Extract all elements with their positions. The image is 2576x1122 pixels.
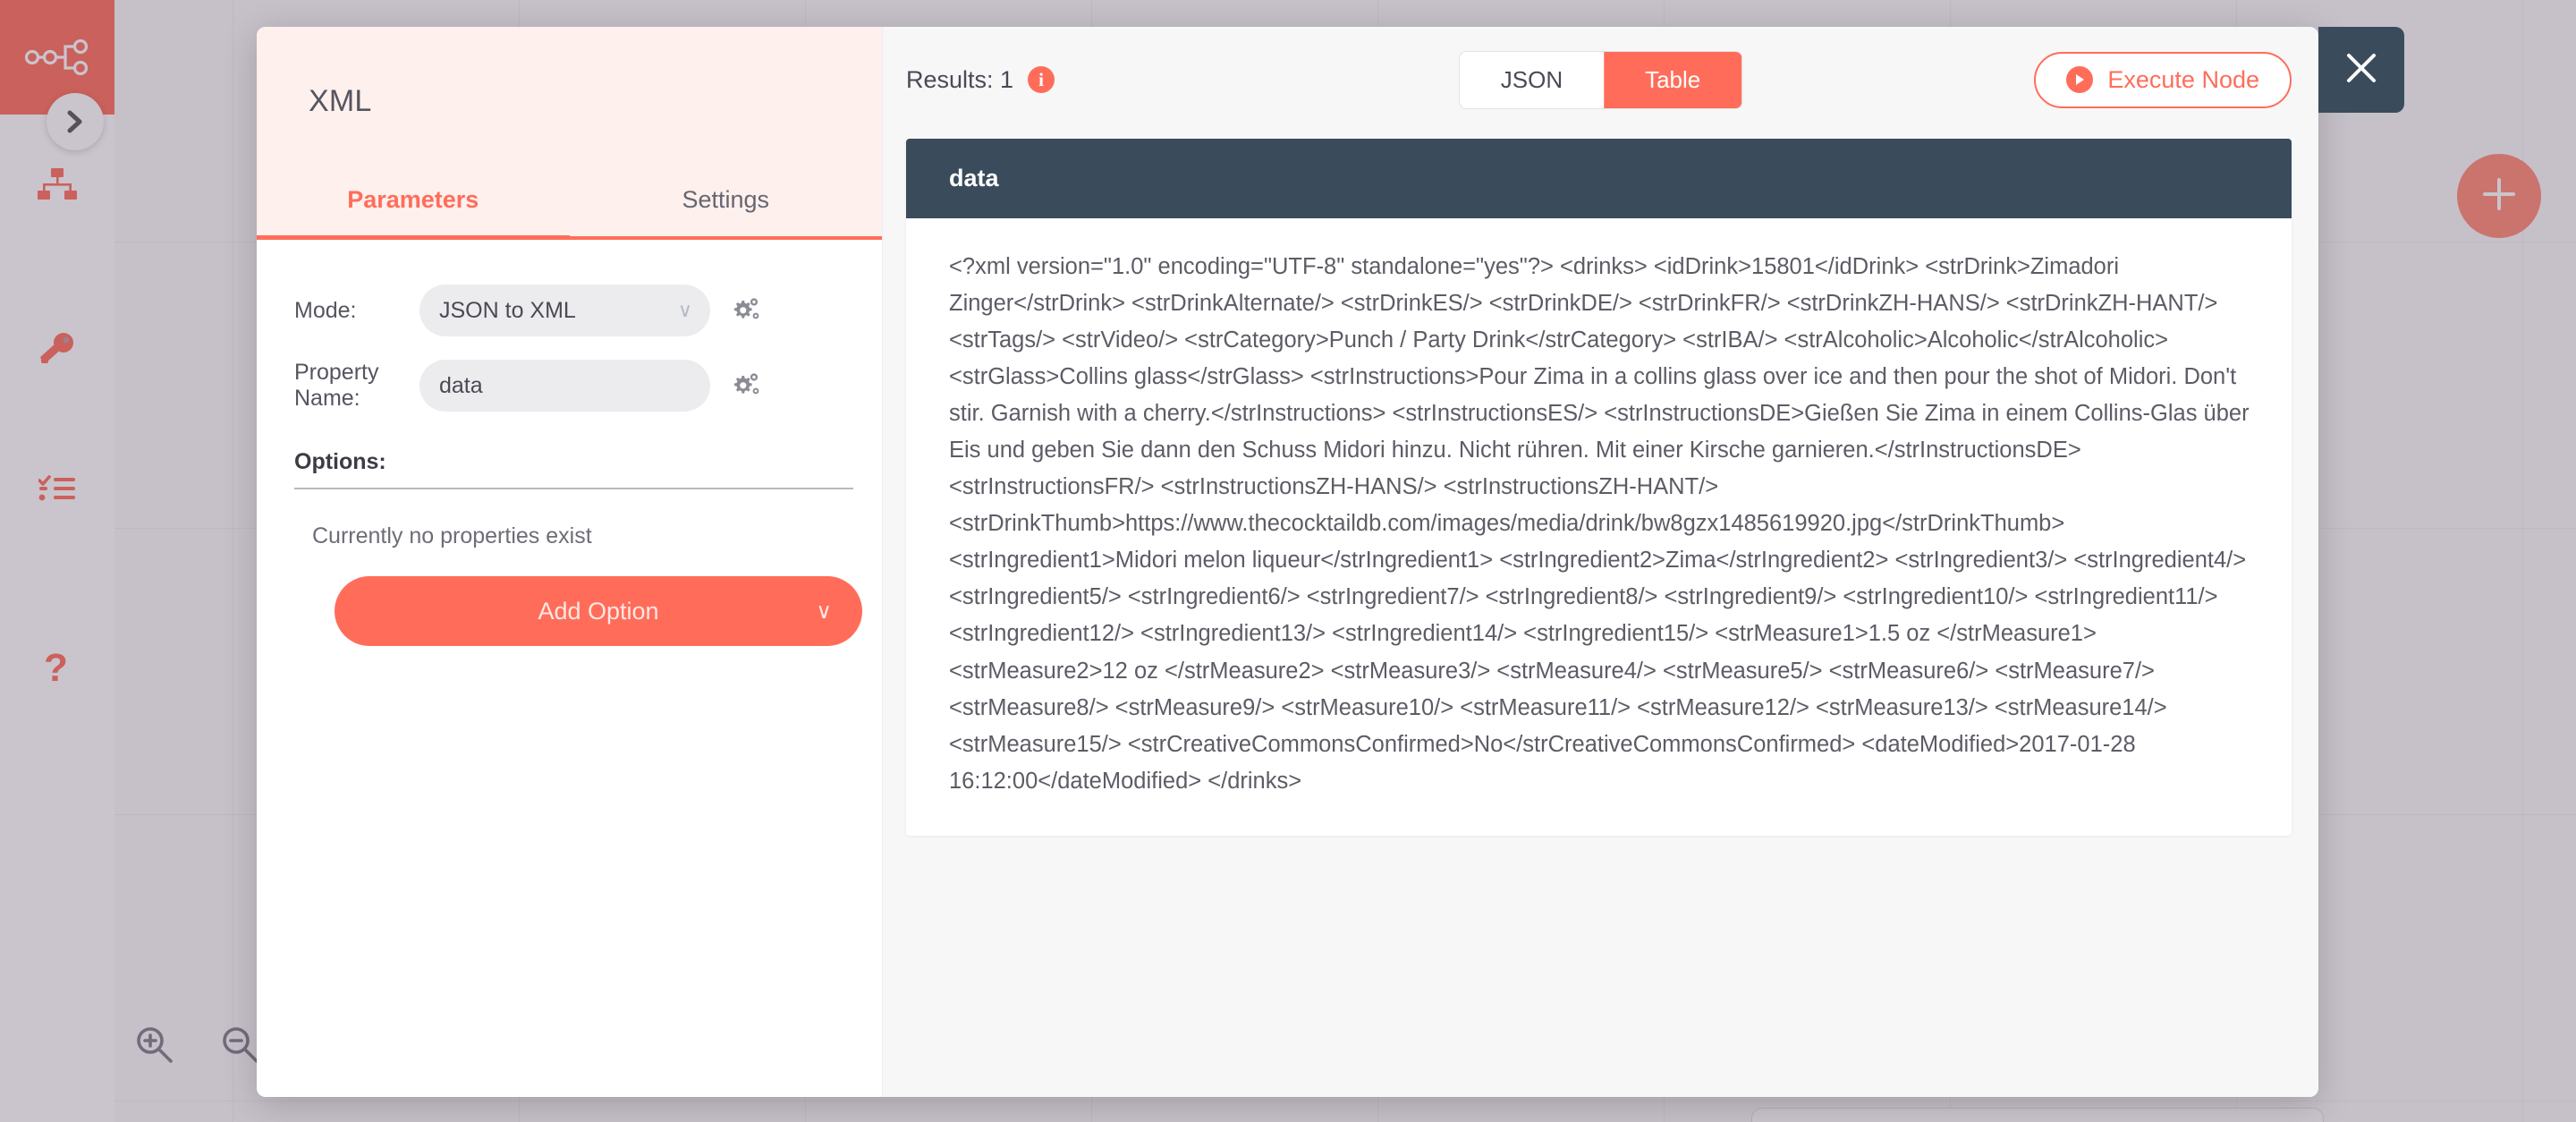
property-name-input[interactable]: data bbox=[419, 360, 710, 412]
add-option-label: Add Option bbox=[538, 597, 659, 625]
mode-label: Mode: bbox=[294, 297, 357, 323]
property-name-label: Property Name: bbox=[294, 360, 379, 411]
gear-settings-icon[interactable] bbox=[730, 297, 760, 324]
options-title: Options: bbox=[294, 449, 386, 474]
result-table: data <?xml version="1.0" encoding="UTF-8… bbox=[906, 139, 2292, 836]
gear-settings-icon[interactable] bbox=[730, 372, 760, 399]
options-divider bbox=[294, 488, 853, 489]
chevron-down-icon: ∨ bbox=[677, 299, 692, 321]
results-count: Results: 1 i bbox=[906, 66, 1055, 94]
execute-node-button[interactable]: Execute Node bbox=[2034, 51, 2292, 108]
view-mode-json[interactable]: JSON bbox=[1459, 51, 1605, 108]
options-empty-text: Currently no properties exist bbox=[312, 523, 592, 548]
output-view-switch: JSON Table bbox=[1458, 50, 1743, 109]
result-cell-value[interactable]: <?xml version="1.0" encoding="UTF-8" sta… bbox=[906, 218, 2292, 836]
parameter-row-property-name: Property Name: data bbox=[285, 360, 853, 412]
tab-settings[interactable]: Settings bbox=[570, 166, 883, 240]
results-count-label: Results: 1 bbox=[906, 65, 1014, 93]
parameters-body: Mode: JSON to XML ∨ Property Name: data … bbox=[257, 240, 882, 1097]
mode-select[interactable]: JSON to XML ∨ bbox=[419, 285, 710, 336]
output-pane: Results: 1 i JSON Table Execute Node dat… bbox=[883, 27, 2318, 1097]
parameters-pane: XML Parameters Settings Mode: JSON to XM… bbox=[257, 27, 883, 1097]
info-icon[interactable]: i bbox=[1028, 66, 1055, 93]
parameters-header: XML Parameters Settings bbox=[257, 27, 882, 240]
node-detail-view: XML Parameters Settings Mode: JSON to XM… bbox=[257, 27, 2318, 1097]
view-mode-table[interactable]: Table bbox=[1604, 51, 1742, 108]
parameter-row-mode: Mode: JSON to XML ∨ bbox=[285, 285, 853, 336]
parameters-tabs: Parameters Settings bbox=[257, 166, 882, 240]
play-icon bbox=[2066, 66, 2094, 93]
property-name-value: data bbox=[439, 372, 483, 398]
node-title: XML bbox=[309, 84, 372, 118]
close-button[interactable] bbox=[2318, 27, 2404, 113]
result-column-header: data bbox=[906, 139, 2292, 218]
tab-parameters[interactable]: Parameters bbox=[257, 166, 570, 240]
output-toolbar: Results: 1 i JSON Table Execute Node bbox=[883, 27, 2318, 132]
execute-node-label: Execute Node bbox=[2107, 65, 2259, 93]
chevron-down-icon: ∨ bbox=[816, 599, 832, 624]
tabs-underline bbox=[257, 236, 882, 240]
add-option-button[interactable]: Add Option ∨ bbox=[335, 576, 862, 646]
mode-select-value: JSON to XML bbox=[439, 297, 576, 323]
close-x-icon bbox=[2342, 48, 2381, 92]
